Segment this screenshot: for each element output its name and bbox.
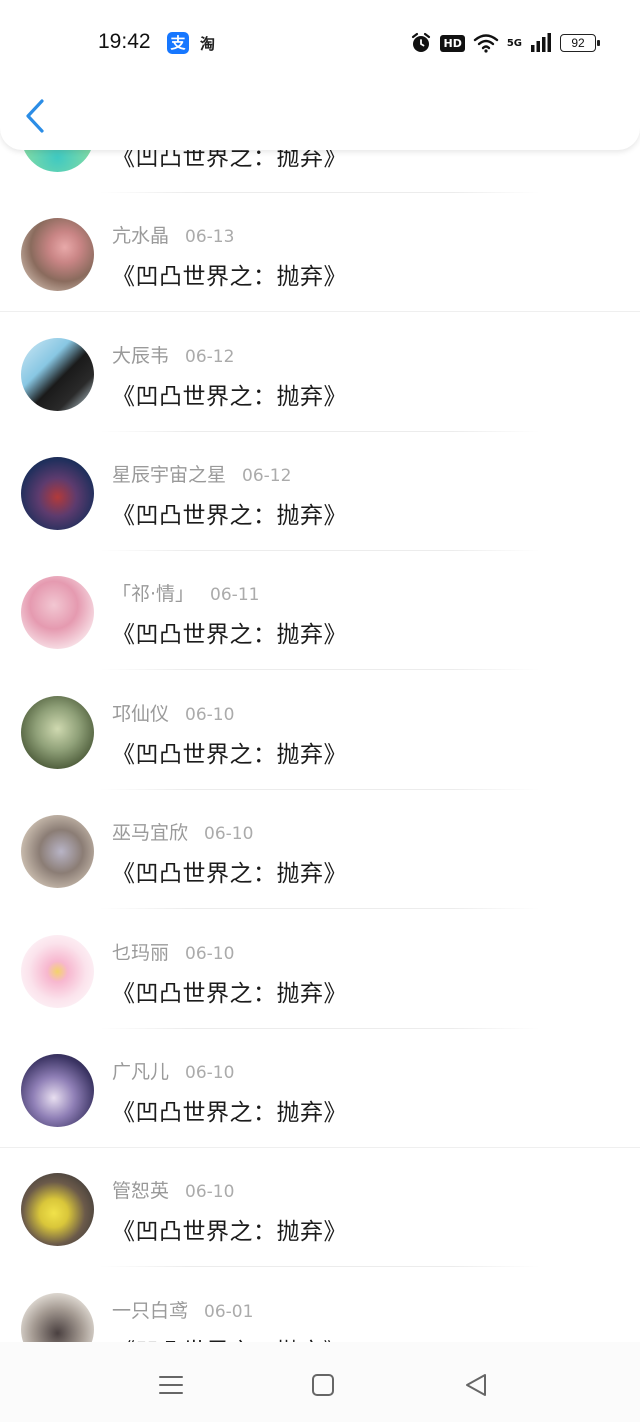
menu-icon	[159, 1376, 183, 1394]
author-name: 星辰宇宙之星	[112, 464, 227, 486]
post-date: 06-10	[185, 944, 235, 964]
post-date: 06-11	[210, 585, 260, 605]
avatar	[21, 457, 94, 530]
author-name: 广凡儿	[112, 1061, 170, 1083]
author-name: 大辰韦	[112, 345, 170, 367]
signal-icon	[531, 33, 551, 52]
system-nav-bar	[0, 1342, 640, 1422]
author-name: 巫马宜欣	[112, 822, 189, 844]
list-item[interactable]: 「祁·情」 06-11 《凹凸世界之：抛弃》	[0, 551, 640, 670]
item-meta: 亢水晶 06-13	[112, 221, 234, 248]
author-name: 亢水晶	[112, 225, 170, 247]
item-title: 《凹凸世界之：抛弃》	[112, 742, 347, 768]
avatar	[21, 1173, 94, 1246]
item-meta: 巫马宜欣 06-10	[112, 818, 253, 845]
list-item[interactable]: 乜玛丽 06-10 《凹凸世界之：抛弃》	[0, 910, 640, 1029]
avatar	[21, 1054, 94, 1127]
alarm-icon	[412, 32, 431, 52]
avatar	[21, 935, 94, 1008]
item-title: 《凹凸世界之：抛弃》	[112, 861, 347, 887]
avatar	[21, 1293, 94, 1342]
item-meta: 邛仙仪 06-10	[112, 699, 234, 726]
taobao-notification-icon: 淘	[200, 35, 216, 53]
item-title: 《凹凸世界之：抛弃》	[112, 1219, 347, 1245]
divider	[100, 669, 540, 670]
list-item[interactable]: 亢水晶 06-13 《凹凸世界之：抛弃》	[0, 193, 640, 312]
item-title: 《凹凸世界之：抛弃》	[112, 264, 347, 290]
divider	[100, 908, 540, 909]
item-title: 《凹凸世界之：抛弃》	[112, 503, 347, 529]
post-date: 06-10	[185, 705, 235, 725]
status-icons: HD 5G 92	[410, 30, 600, 56]
divider	[0, 311, 640, 312]
back-triangle-icon	[466, 1374, 486, 1396]
top-header: 19:42 支 淘 HD 5G 92	[0, 0, 640, 150]
post-date: 06-12	[242, 466, 292, 486]
list-item[interactable]: 大辰韦 06-12 《凹凸世界之：抛弃》	[0, 313, 640, 432]
item-title: 《凹凸世界之：抛弃》	[112, 1100, 347, 1126]
avatar	[21, 218, 94, 291]
nav-back-button[interactable]	[462, 1370, 492, 1400]
network-type: 5G	[506, 37, 522, 49]
wifi-icon	[473, 34, 499, 53]
list-item[interactable]: 星辰宇宙之星 06-12 《凹凸世界之：抛弃》	[0, 432, 640, 551]
item-meta: 广凡儿 06-10	[112, 1057, 234, 1084]
item-meta: 一只白鸢 06-01	[112, 1296, 253, 1323]
list-item[interactable]: 一只白鸢 06-01 《凹凸世界之：抛弃》	[0, 1268, 640, 1342]
comment-list: 《凹凸世界之：抛弃》 亢水晶 06-13 《凹凸世界之：抛弃》 大辰韦 06-12 …	[0, 0, 640, 1342]
battery-icon: 92	[560, 34, 600, 52]
item-title: 《凹凸世界之：抛弃》	[112, 384, 347, 410]
menu-button[interactable]	[156, 1370, 186, 1400]
post-date: 06-10	[185, 1063, 235, 1083]
post-date: 06-01	[204, 1302, 254, 1322]
item-meta: 乜玛丽 06-10	[112, 938, 234, 965]
item-meta: 管恕英 06-10	[112, 1176, 234, 1203]
author-name: 邛仙仪	[112, 703, 170, 725]
hd-icon: HD	[440, 34, 465, 52]
post-date: 06-13	[185, 227, 235, 247]
avatar	[21, 338, 94, 411]
item-meta: 星辰宇宙之星 06-12	[112, 460, 291, 487]
author-name: 「祁·情」	[112, 583, 195, 605]
home-button[interactable]	[308, 1370, 338, 1400]
post-date: 06-10	[204, 824, 254, 844]
list-item[interactable]: 邛仙仪 06-10 《凹凸世界之：抛弃》	[0, 671, 640, 790]
item-title: 《凹凸世界之：抛弃》	[112, 1332, 347, 1342]
item-title: 《凹凸世界之：抛弃》	[112, 622, 347, 648]
list-item[interactable]: 广凡儿 06-10 《凹凸世界之：抛弃》	[0, 1029, 640, 1148]
author-name: 乜玛丽	[112, 942, 170, 964]
list-item[interactable]: 巫马宜欣 06-10 《凹凸世界之：抛弃》	[0, 790, 640, 909]
author-name: 一只白鸢	[112, 1300, 189, 1322]
list-item[interactable]: 管恕英 06-10 《凹凸世界之：抛弃》	[0, 1148, 640, 1267]
item-title: 《凹凸世界之：抛弃》	[112, 981, 347, 1007]
avatar	[21, 696, 94, 769]
home-icon	[312, 1374, 334, 1396]
avatar	[21, 815, 94, 888]
item-meta: 「祁·情」 06-11	[112, 579, 259, 606]
avatar	[21, 576, 94, 649]
item-meta: 大辰韦 06-12	[112, 341, 234, 368]
alipay-notification-icon: 支	[167, 32, 189, 54]
post-date: 06-12	[185, 347, 235, 367]
status-time: 19:42	[98, 30, 151, 53]
divider	[100, 1266, 540, 1267]
author-name: 管恕英	[112, 1180, 170, 1202]
back-button[interactable]	[22, 98, 50, 134]
post-date: 06-10	[185, 1182, 235, 1202]
chevron-left-icon	[26, 99, 44, 133]
